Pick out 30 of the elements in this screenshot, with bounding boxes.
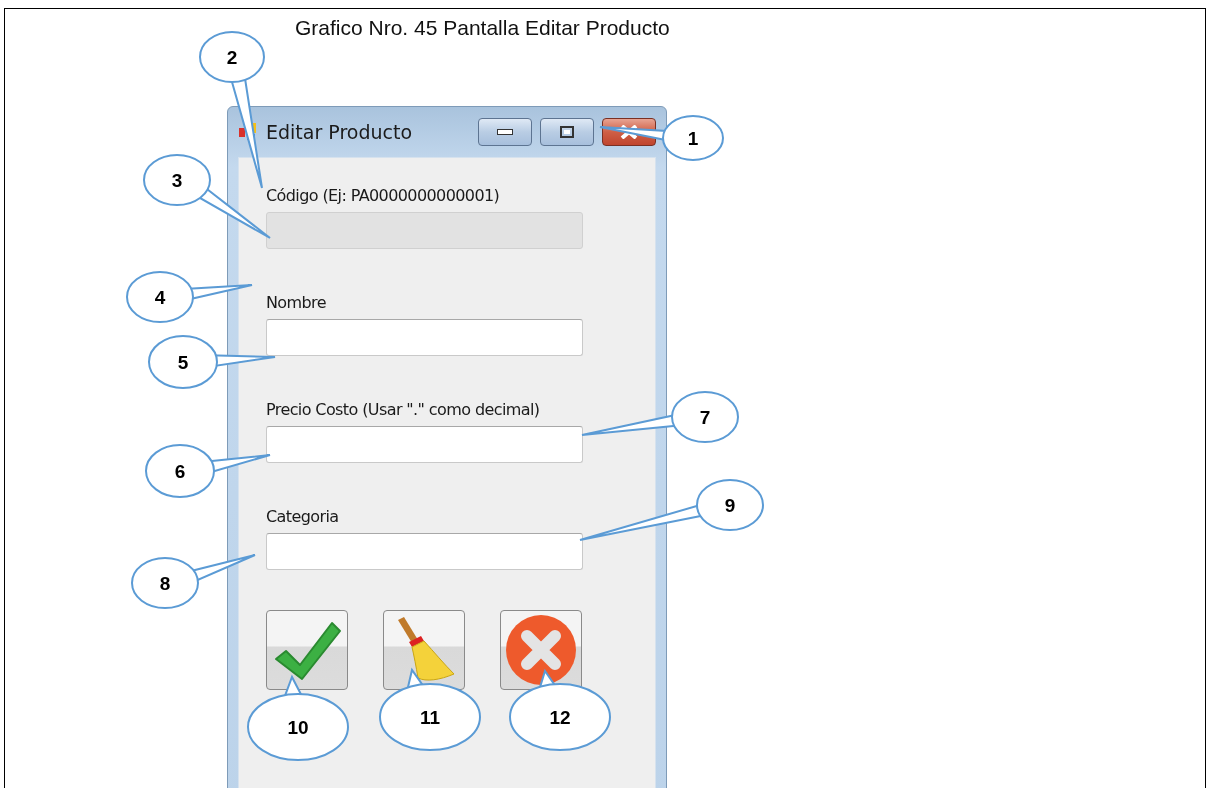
callout-number: 8 [159, 573, 171, 594]
callout-number: 4 [154, 287, 166, 308]
field-label: Precio Costo (Usar "." como decimal) [266, 399, 541, 421]
cancel-button[interactable] [500, 610, 582, 690]
maximize-button[interactable] [540, 118, 594, 146]
close-icon [620, 125, 638, 139]
maximize-icon [560, 126, 574, 138]
accept-button[interactable] [266, 610, 348, 690]
callout-number: 12 [549, 707, 571, 728]
callout-number: 9 [724, 495, 736, 516]
clear-button[interactable] [383, 610, 465, 690]
text-field[interactable] [266, 426, 583, 463]
field-label: Código (Ej: PA0000000000001) [266, 185, 501, 207]
callout-number: 2 [226, 47, 238, 68]
figure-caption: Grafico Nro. 45 Pantalla Editar Producto [295, 15, 670, 41]
minimize-button[interactable] [478, 118, 532, 146]
minimize-icon [497, 129, 513, 135]
callout-number: 1 [687, 128, 699, 149]
field-label: Categoria [266, 506, 340, 528]
callout-number: 3 [171, 170, 183, 191]
cancel-icon [505, 614, 577, 686]
window-title: Editar Producto [266, 119, 414, 145]
text-field[interactable] [266, 319, 583, 356]
field-label: Nombre [266, 292, 327, 314]
callout-number: 5 [177, 352, 189, 373]
callout-number: 6 [174, 461, 186, 482]
callout-number: 11 [419, 707, 441, 728]
text-field[interactable] [266, 533, 583, 570]
callout-number: 10 [287, 717, 309, 738]
callout-number: 7 [699, 407, 711, 428]
